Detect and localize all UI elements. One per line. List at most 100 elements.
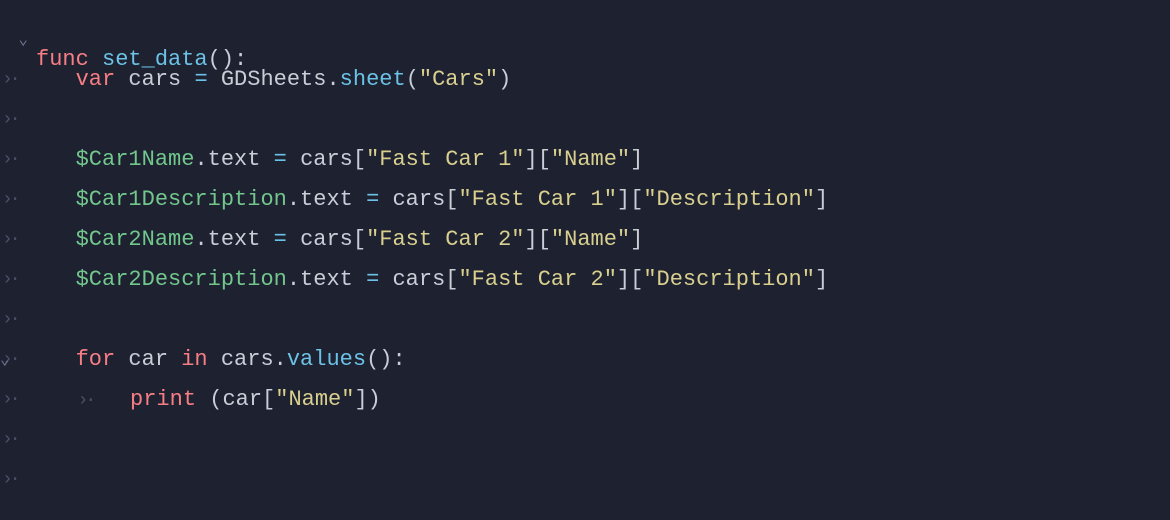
identifier: GDSheets	[221, 67, 327, 92]
string-literal: "Fast Car 1"	[458, 187, 616, 212]
string-literal: "Description"	[643, 187, 815, 212]
bracket-close: ]	[815, 267, 828, 292]
indent-icon: ›·	[0, 60, 28, 100]
gutter[interactable]: ⌄	[0, 20, 36, 60]
builtin-print: print	[130, 387, 196, 412]
string-literal: "Name"	[275, 387, 354, 412]
method-name: sheet	[340, 67, 406, 92]
bracket-close: ]	[630, 147, 643, 172]
string-literal: "Fast Car 2"	[366, 227, 524, 252]
bracket-open: [	[262, 387, 275, 412]
property: text	[300, 187, 353, 212]
paren-close: )	[498, 67, 511, 92]
dot: .	[194, 227, 207, 252]
dot: .	[274, 347, 287, 372]
dot: .	[326, 67, 339, 92]
identifier: cars	[300, 227, 353, 252]
bracket-close: ]	[525, 147, 538, 172]
operator-eq: =	[274, 227, 287, 252]
bracket-open: [	[445, 187, 458, 212]
indent-icon: ›·	[0, 260, 28, 300]
code-line[interactable]: ›·	[0, 420, 1170, 460]
bracket-open: [	[353, 147, 366, 172]
fold-icon[interactable]: ⌄	[0, 340, 10, 380]
paren-open: (	[406, 67, 419, 92]
dot: .	[287, 187, 300, 212]
identifier: cars	[221, 347, 274, 372]
bracket-open: [	[353, 227, 366, 252]
gutter: ›·	[0, 460, 36, 500]
indent-icon: ›·	[0, 380, 28, 420]
identifier: car	[128, 347, 168, 372]
indent-icon: ›·	[0, 140, 28, 180]
code-line[interactable]: ›·	[0, 100, 1170, 140]
code-line[interactable]: ›· var cars = GDSheets.sheet("Cars")	[0, 60, 1170, 100]
string-literal: "Name"	[551, 227, 630, 252]
colon: :	[392, 347, 405, 372]
keyword-var: var	[76, 67, 116, 92]
operator-eq: =	[274, 147, 287, 172]
keyword-for: for	[76, 347, 116, 372]
scene-node-ref: $Car1Name	[76, 147, 195, 172]
scene-node-ref: $Car2Name	[76, 227, 195, 252]
identifier: cars	[392, 267, 445, 292]
gutter: ›·	[0, 220, 36, 260]
gutter: ›·	[0, 180, 36, 220]
bracket-close: ]	[617, 267, 630, 292]
scene-node-ref: $Car1Description	[76, 187, 287, 212]
code-line[interactable]: ›· ›· print (car["Name"])	[0, 380, 1170, 420]
bracket-close: ]	[815, 187, 828, 212]
identifier: cars	[300, 147, 353, 172]
indent-icon: ›·	[0, 100, 28, 140]
code-line[interactable]: ›· $Car2Description.text = cars["Fast Ca…	[0, 260, 1170, 300]
code-line[interactable]: ›· $Car2Name.text = cars["Fast Car 2"]["…	[0, 220, 1170, 260]
string-literal: "Description"	[643, 267, 815, 292]
gutter: ›·	[0, 380, 36, 420]
identifier: cars	[392, 187, 445, 212]
paren-open: (	[209, 387, 222, 412]
indent-icon: ›·	[0, 180, 28, 220]
string-literal: "Cars"	[419, 67, 498, 92]
gutter[interactable]: ⌄ ›·	[0, 340, 36, 380]
code-line[interactable]: ⌄ func set_data():	[0, 20, 1170, 60]
string-literal: "Fast Car 2"	[458, 267, 616, 292]
indent-icon: ›·	[0, 460, 28, 500]
gutter: ›·	[0, 100, 36, 140]
property: text	[208, 227, 261, 252]
gutter: ›·	[0, 300, 36, 340]
scene-node-ref: $Car2Description	[76, 267, 287, 292]
code-line[interactable]: ⌄ ›· for car in cars.values():	[0, 340, 1170, 380]
bracket-open: [	[538, 227, 551, 252]
bracket-close: ]	[354, 387, 367, 412]
code-line[interactable]: ›· $Car1Name.text = cars["Fast Car 1"]["…	[0, 140, 1170, 180]
bracket-close: ]	[525, 227, 538, 252]
method-name: values	[287, 347, 366, 372]
keyword-in: in	[181, 347, 207, 372]
parens: ()	[366, 347, 392, 372]
dot: .	[194, 147, 207, 172]
gutter: ›·	[0, 60, 36, 100]
operator-eq: =	[366, 267, 379, 292]
code-line[interactable]: ›· $Car1Description.text = cars["Fast Ca…	[0, 180, 1170, 220]
code-editor[interactable]: ⌄ func set_data(): ›· var cars = GDSheet…	[0, 0, 1170, 500]
string-literal: "Fast Car 1"	[366, 147, 524, 172]
bracket-open: [	[630, 187, 643, 212]
identifier: car	[222, 387, 262, 412]
bracket-close: ]	[617, 187, 630, 212]
code-line[interactable]: ›·	[0, 460, 1170, 500]
space	[196, 387, 209, 412]
identifier: cars	[128, 67, 181, 92]
indent-icon: ›·	[76, 381, 104, 421]
property: text	[300, 267, 353, 292]
indent-icon: ›·	[0, 300, 28, 340]
operator-eq: =	[366, 187, 379, 212]
operator-eq: =	[194, 67, 207, 92]
property: text	[208, 147, 261, 172]
paren-close: )	[368, 387, 381, 412]
string-literal: "Name"	[551, 147, 630, 172]
bracket-close: ]	[630, 227, 643, 252]
fold-icon[interactable]: ⌄	[18, 20, 28, 60]
gutter: ›·	[0, 140, 36, 180]
gutter: ›·	[0, 420, 36, 460]
code-line[interactable]: ›·	[0, 300, 1170, 340]
